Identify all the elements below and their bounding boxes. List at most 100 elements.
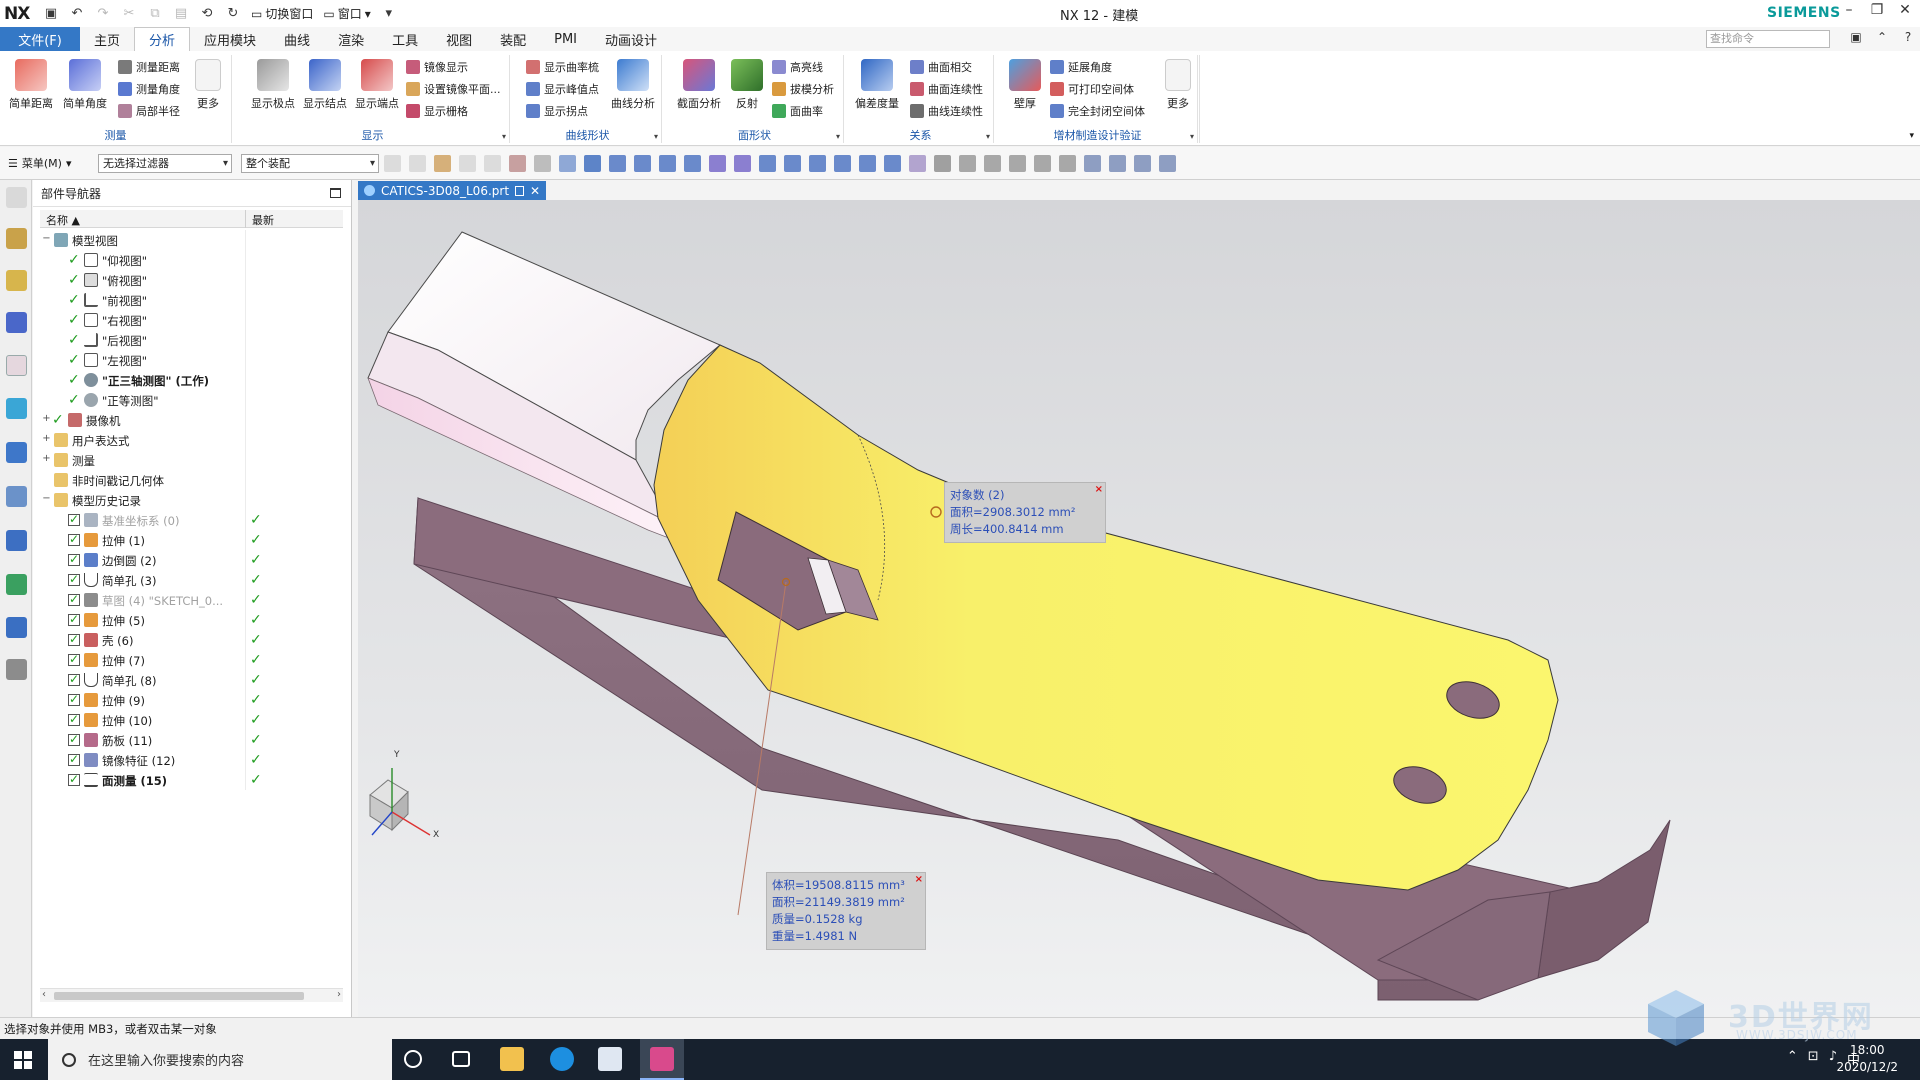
polygon-vertex-icon[interactable] [934,155,951,172]
show-knots-button[interactable]: 显示结点 [300,59,350,111]
tab-home[interactable]: 主页 [80,27,134,51]
draft-analysis-button[interactable]: 拔模分析 [772,79,834,99]
paste-icon[interactable]: ▤ [170,3,192,25]
end-point-icon[interactable] [634,155,651,172]
group-options-icon[interactable]: ▾ [502,132,506,141]
ribbon-expand-icon[interactable]: ▾ [1909,131,1914,141]
hd3d-tools-icon[interactable] [6,398,27,419]
redo-icon[interactable]: ↷ [92,3,114,25]
arc-center-icon[interactable] [759,155,776,172]
tab-pmi[interactable]: PMI [540,27,591,51]
expand-icon[interactable]: + [42,434,51,444]
maximize-icon[interactable] [330,188,341,198]
tree-node-feature[interactable]: 拉伸 (5)✓ [40,610,343,630]
enclosed-volume-button[interactable]: 完全封闭空间体 [1050,101,1145,121]
zoom-icon[interactable] [984,155,1001,172]
show-curvature-comb-button[interactable]: 显示曲率梳 [526,57,599,77]
taskbar-clock[interactable]: 18:00 2020/12/2 [1836,1042,1898,1076]
menu-button[interactable]: ☰ 菜单(M) ▾ [8,155,71,171]
process-studio-icon[interactable] [6,530,27,551]
tree-node-feature[interactable]: 壳 (6)✓ [40,630,343,650]
layout-icon[interactable]: ▣ [1848,30,1864,46]
collapse-icon[interactable]: − [42,234,51,244]
tree-node-feature[interactable]: 镜像特征 (12)✓ [40,750,343,770]
visibility-check-icon[interactable]: ✓ [68,313,80,327]
body-measurement-callout[interactable]: × 体积=19508.8115 mm³ 面积=21149.3819 mm² 质量… [766,872,926,950]
cortana-icon[interactable] [404,1050,422,1068]
tree-node-measurements[interactable]: + 测量 [40,450,343,470]
pan-icon[interactable] [1034,155,1051,172]
move-icon[interactable] [459,155,476,172]
tab-tools[interactable]: 工具 [378,27,432,51]
help-icon[interactable]: ? [1900,30,1916,46]
local-radius-button[interactable]: 局部半径 [118,101,180,121]
suppress-checkbox[interactable] [68,592,80,606]
face-curvature-button[interactable]: 面曲率 [772,101,823,121]
cut-icon[interactable]: ✂ [118,3,140,25]
tree-node-view[interactable]: ✓ "前视图" [40,290,343,310]
reuse-library-icon[interactable] [6,355,27,376]
part-navigator-icon[interactable] [6,312,27,333]
point-on-curve-icon[interactable] [834,155,851,172]
suppress-checkbox[interactable] [68,512,80,526]
tree-node-feature[interactable]: 基准坐标系 (0)✓ [40,510,343,530]
selection-intent-icon[interactable] [509,155,526,172]
tree-node-cameras[interactable]: + ✓ 摄像机 [40,410,343,430]
task-view-icon[interactable] [452,1051,470,1067]
tree-node-view[interactable]: ✓ "左视图" [40,350,343,370]
rotate-view-icon[interactable] [1009,155,1026,172]
graphics-window[interactable]: X Y × 对象数 (2) 面积=2908.3012 mm² 周长=400.84… [358,200,1920,1017]
scroll-left-icon[interactable]: ‹ [42,989,46,1000]
suppress-checkbox[interactable] [68,752,80,766]
tree-node-view[interactable]: ✓ "俯视图" [40,270,343,290]
history-palette-icon[interactable] [6,486,27,507]
show-peak-points-button[interactable]: 显示峰值点 [526,79,599,99]
document-tab[interactable]: CATICS-3D08_L06.prt ✕ [358,181,547,200]
group-options-icon[interactable]: ▾ [654,132,658,141]
render-style-icon[interactable] [1109,155,1126,172]
customize-dropdown-icon[interactable]: ▾ [378,3,400,25]
expand-icon[interactable]: + [42,454,51,464]
tab-animation[interactable]: 动画设计 [591,27,671,51]
command-search-input[interactable]: 查找命令 [1706,30,1830,48]
mirror-display-button[interactable]: 镜像显示 [406,57,468,77]
roles-icon[interactable] [6,617,27,638]
visibility-check-icon[interactable]: ✓ [68,393,80,407]
surface-intersection-button[interactable]: 曲面相交 [910,57,972,77]
wall-thickness-button[interactable]: 壁厚 [1000,59,1050,111]
face-filter-icon[interactable] [584,155,601,172]
settings-icon[interactable] [6,187,27,208]
tab-curve[interactable]: 曲线 [270,27,324,51]
work-layer-icon[interactable] [1159,155,1176,172]
intersection-point-icon[interactable] [709,155,726,172]
visibility-check-icon[interactable]: ✓ [68,273,80,287]
quadrant-point-icon[interactable] [784,155,801,172]
close-callout-icon[interactable]: × [915,871,923,888]
pole-icon[interactable] [909,155,926,172]
select-all-icon[interactable] [384,155,401,172]
scrollbar-thumb[interactable] [54,992,304,1000]
face-measurement-callout[interactable]: × 对象数 (2) 面积=2908.3012 mm² 周长=400.8414 m… [944,482,1106,543]
tab-file[interactable]: 文件(F) [0,27,80,51]
existing-point-icon[interactable] [809,155,826,172]
scroll-right-icon[interactable]: › [337,989,341,1000]
suppress-checkbox[interactable] [68,552,80,566]
tree-node-feature[interactable]: 简单孔 (3)✓ [40,570,343,590]
box-select-icon[interactable] [534,155,551,172]
group-options-icon[interactable]: ▾ [986,132,990,141]
show-poles-button[interactable]: 显示极点 [248,59,298,111]
constraint-navigator-icon[interactable] [6,270,27,291]
column-latest[interactable]: 最新 [252,212,274,228]
rotate-icon[interactable] [484,155,501,172]
fit-view-icon[interactable] [959,155,976,172]
manufacturing-wizards-icon[interactable] [6,574,27,595]
point-on-face-icon[interactable] [859,155,876,172]
tree-node-feature[interactable]: 筋板 (11)✓ [40,730,343,750]
close-icon[interactable]: ✕ [1896,2,1914,18]
simple-angle-button[interactable]: 简单角度 [60,59,110,111]
suppress-checkbox[interactable] [68,572,80,586]
selection-scope-dropdown[interactable]: 整个装配 [241,154,379,173]
set-mirror-plane-button[interactable]: 设置镜像平面... [406,79,501,99]
tree-node-feature[interactable]: 拉伸 (1)✓ [40,530,343,550]
curve-point-icon[interactable] [734,155,751,172]
